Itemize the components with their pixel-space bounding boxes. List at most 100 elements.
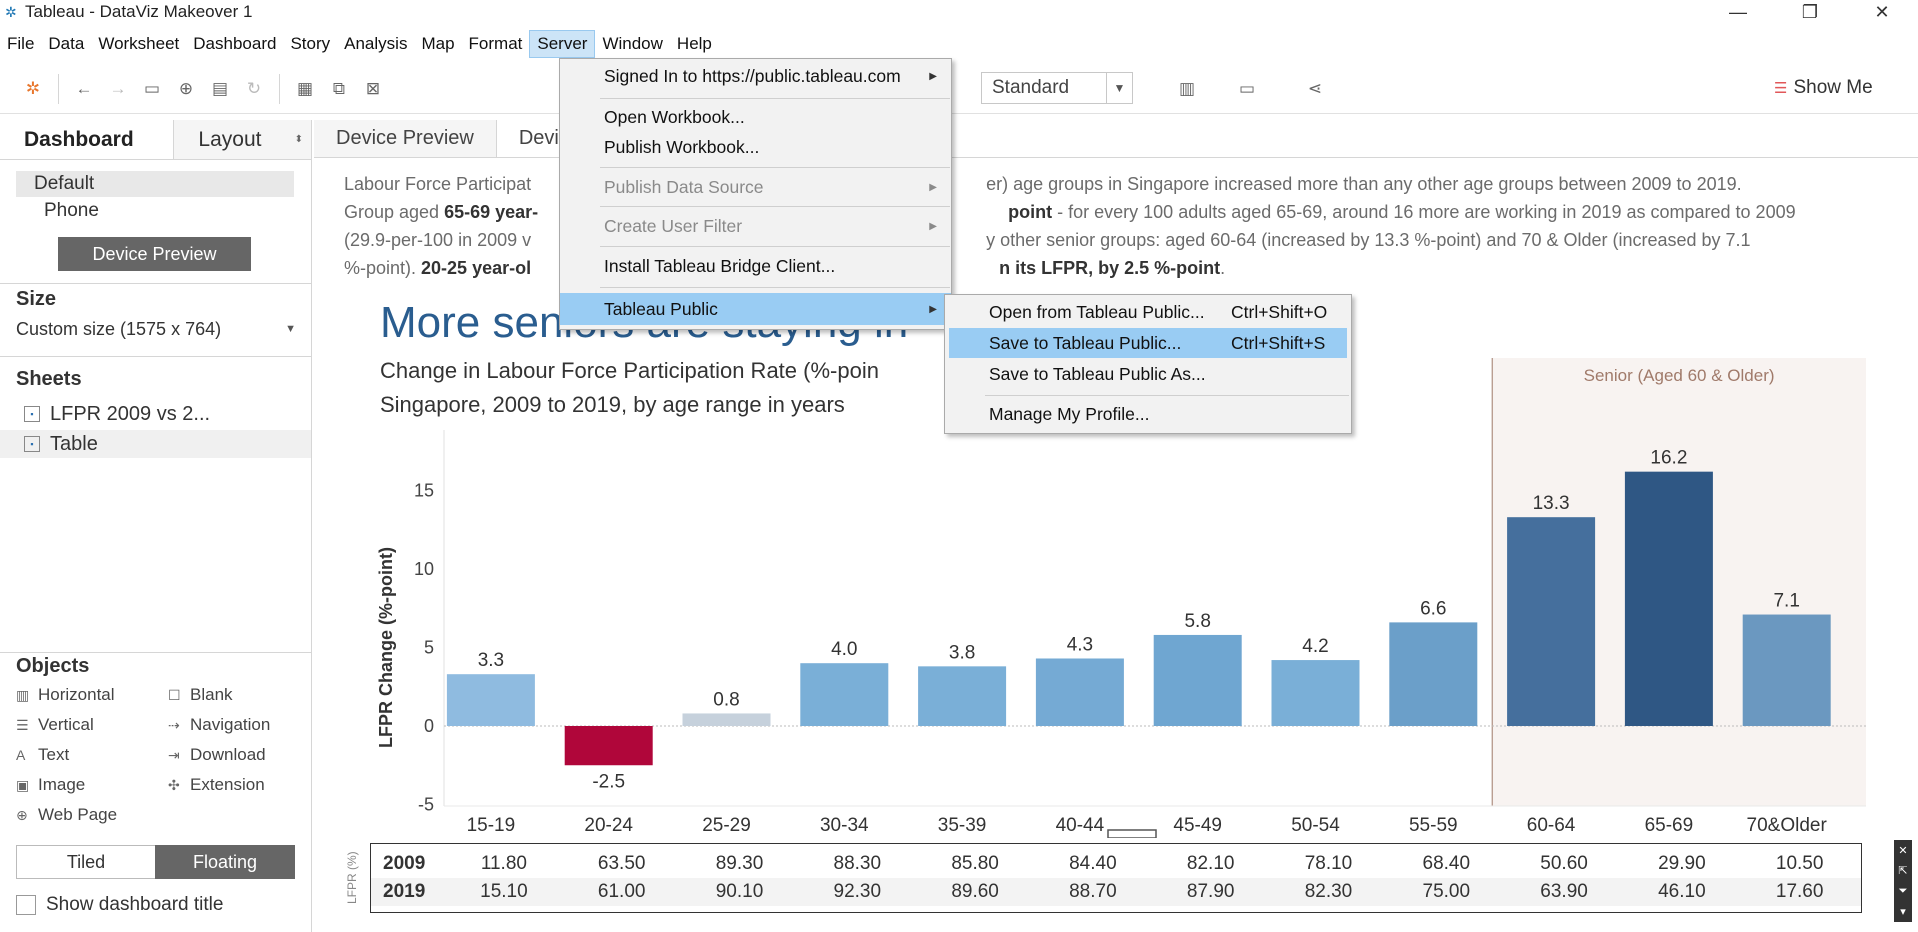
- create-user-filter-item[interactable]: Create User Filter ▶: [560, 211, 951, 241]
- presentation-mode-button[interactable]: ▭: [1230, 72, 1264, 106]
- publish-data-source-item[interactable]: Publish Data Source ▶: [560, 172, 951, 202]
- tab-layout[interactable]: Layout ⬍: [174, 120, 311, 159]
- tableau-public-item[interactable]: Tableau Public ▶: [560, 293, 951, 325]
- refresh-button[interactable]: ↻: [237, 72, 271, 106]
- publish-data-source-label: Publish Data Source: [604, 176, 764, 197]
- chevron-down-icon: ▼: [285, 323, 296, 335]
- subtitle-line-2: Singapore, 2009 to 2019, by age range in…: [380, 392, 845, 417]
- restore-icon: ❐: [1801, 1, 1819, 22]
- menu-dashboard[interactable]: Dashboard: [186, 31, 283, 57]
- manage-profile-item[interactable]: Manage My Profile...: [945, 399, 1351, 429]
- object-horizontal[interactable]: ▥ Horizontal: [16, 682, 115, 708]
- bar: [1153, 634, 1242, 726]
- tab-dashboard[interactable]: Dashboard: [0, 120, 175, 159]
- object-navigation[interactable]: ⇢ Navigation: [168, 712, 270, 738]
- undo-button[interactable]: ←: [67, 72, 101, 106]
- table-cell: 78.10: [1304, 853, 1353, 874]
- save-button[interactable]: ▭: [135, 72, 169, 106]
- title-bar: ✲ Tableau - DataViz Makeover 1: [0, 0, 1918, 24]
- object-web-page[interactable]: ⊕ Web Page: [16, 802, 117, 828]
- clear-sheet-button[interactable]: ⊠: [356, 72, 390, 106]
- menu-data[interactable]: Data: [41, 31, 91, 57]
- menu-story[interactable]: Story: [283, 31, 337, 57]
- show-dashboard-title-checkbox[interactable]: Show dashboard title: [16, 894, 223, 916]
- install-bridge-item[interactable]: Install Tableau Bridge Client...: [560, 251, 951, 281]
- publish-workbook-item[interactable]: Publish Workbook...: [560, 132, 951, 162]
- minimize-button[interactable]: —: [1708, 0, 1768, 24]
- data-label: 6.6: [1420, 598, 1446, 619]
- object-download[interactable]: ⇥ Download: [168, 742, 266, 768]
- close-button[interactable]: ✕: [1852, 0, 1912, 24]
- new-worksheet-button[interactable]: ▦: [288, 72, 322, 106]
- filter-icon[interactable]: ⏷: [1899, 885, 1908, 898]
- open-workbook-item[interactable]: Open Workbook...: [560, 102, 951, 132]
- save-to-public-as-item[interactable]: Save to Tableau Public As...: [945, 359, 1351, 389]
- menu-help[interactable]: Help: [670, 31, 719, 57]
- open-from-public-item[interactable]: Open from Tableau Public... Ctrl+Shift+O: [945, 297, 1351, 327]
- share-button[interactable]: ⋖: [1298, 72, 1332, 106]
- menu-shortcut: Ctrl+Shift+S: [1231, 332, 1326, 353]
- duplicate-sheet-icon: ⧉: [332, 78, 346, 98]
- toolbar: ✲ ← → ▭ ⊕ ▤ ↻ ▦ ⧉ ⊠: [0, 64, 1918, 114]
- redo-button[interactable]: →: [101, 72, 135, 106]
- tableau-window: ✲ Tableau - DataViz Makeover 1 — ❐ ✕ Fil…: [0, 0, 1918, 932]
- tableau-icon-button[interactable]: ✲: [16, 72, 50, 106]
- submenu-arrow-icon: ▶: [929, 303, 937, 315]
- redo-icon: →: [109, 78, 127, 98]
- sheet-label: Table: [50, 432, 98, 455]
- desc-text: .: [1220, 258, 1226, 278]
- blank-icon: ☐: [168, 686, 181, 703]
- bar: [564, 726, 653, 766]
- bar: [1742, 614, 1831, 726]
- table-cell: 68.40: [1422, 853, 1471, 874]
- signed-in-item[interactable]: Signed In to https://public.tableau.com …: [560, 61, 951, 91]
- table-row: 2019 15.10 61.00 90.10 92.30 89.60 88.70 87.90…: [371, 878, 1861, 906]
- menu-file[interactable]: File: [0, 31, 41, 57]
- duplicate-sheet-button[interactable]: ⧉: [322, 72, 356, 106]
- size-select[interactable]: Custom size (1575 x 764) ▼: [16, 316, 296, 342]
- go-to-sheet-icon[interactable]: ⇱: [1898, 864, 1907, 877]
- object-blank[interactable]: ☐ Blank: [168, 682, 233, 708]
- download-icon: ⇥: [168, 746, 180, 763]
- tiled-toggle[interactable]: Tiled: [16, 845, 156, 879]
- object-image[interactable]: ▣ Image: [16, 772, 85, 798]
- tableau-icon: ✲: [25, 78, 41, 98]
- device-phone[interactable]: Phone: [16, 198, 294, 224]
- text-icon: A: [16, 747, 26, 763]
- floating-toggle[interactable]: Floating: [155, 845, 295, 879]
- tab-device-preview[interactable]: Device Preview: [314, 120, 497, 157]
- device-preview-button[interactable]: Device Preview: [58, 237, 251, 271]
- device-default[interactable]: Default: [16, 171, 294, 197]
- menu-worksheet[interactable]: Worksheet: [91, 31, 186, 57]
- table-cell: 88.70: [1069, 881, 1117, 902]
- horizontal-icon: ▥: [16, 686, 30, 703]
- menu-shortcut: Ctrl+Shift+O: [1231, 301, 1328, 322]
- menu-window[interactable]: Window: [595, 31, 669, 57]
- menu-map[interactable]: Map: [414, 31, 461, 57]
- save-to-public-item[interactable]: Save to Tableau Public... Ctrl+Shift+S: [949, 328, 1347, 358]
- submenu-arrow-icon: ▶: [929, 70, 937, 82]
- fit-select[interactable]: Standard ▼: [981, 72, 1133, 104]
- new-data-source-button[interactable]: ⊕: [169, 72, 203, 106]
- menu-format[interactable]: Format: [462, 31, 530, 57]
- show-me-button[interactable]: ☰ Show Me: [1774, 74, 1873, 102]
- data-label: 0.8: [713, 689, 739, 710]
- more-options-icon[interactable]: ▾: [1900, 905, 1906, 918]
- show-title-label: Show dashboard title: [46, 894, 224, 915]
- swap-toolbar-button[interactable]: ▥: [1170, 72, 1204, 106]
- y-tick-label: 10: [414, 559, 434, 579]
- desc-bold: 65-69 year-: [444, 202, 539, 222]
- remove-icon[interactable]: ✕: [1898, 844, 1907, 857]
- subtitle-line-1: Change in Labour Force Participation Rat…: [380, 358, 879, 383]
- object-text[interactable]: A Text: [16, 742, 69, 768]
- menu-analysis[interactable]: Analysis: [337, 31, 414, 57]
- table-cell: 87.90: [1186, 881, 1235, 902]
- x-tick-label: 65-69: [1645, 815, 1694, 836]
- menu-server[interactable]: Server: [529, 30, 596, 58]
- object-extension[interactable]: ✣ Extension: [168, 772, 265, 798]
- pause-updates-button[interactable]: ▤: [203, 72, 237, 106]
- sheet-item[interactable]: ▪ Table: [0, 430, 311, 458]
- restore-button[interactable]: ❐: [1780, 0, 1840, 24]
- object-vertical[interactable]: ☰ Vertical: [16, 712, 94, 738]
- sheet-item[interactable]: ▪ LFPR 2009 vs 2...: [0, 400, 311, 428]
